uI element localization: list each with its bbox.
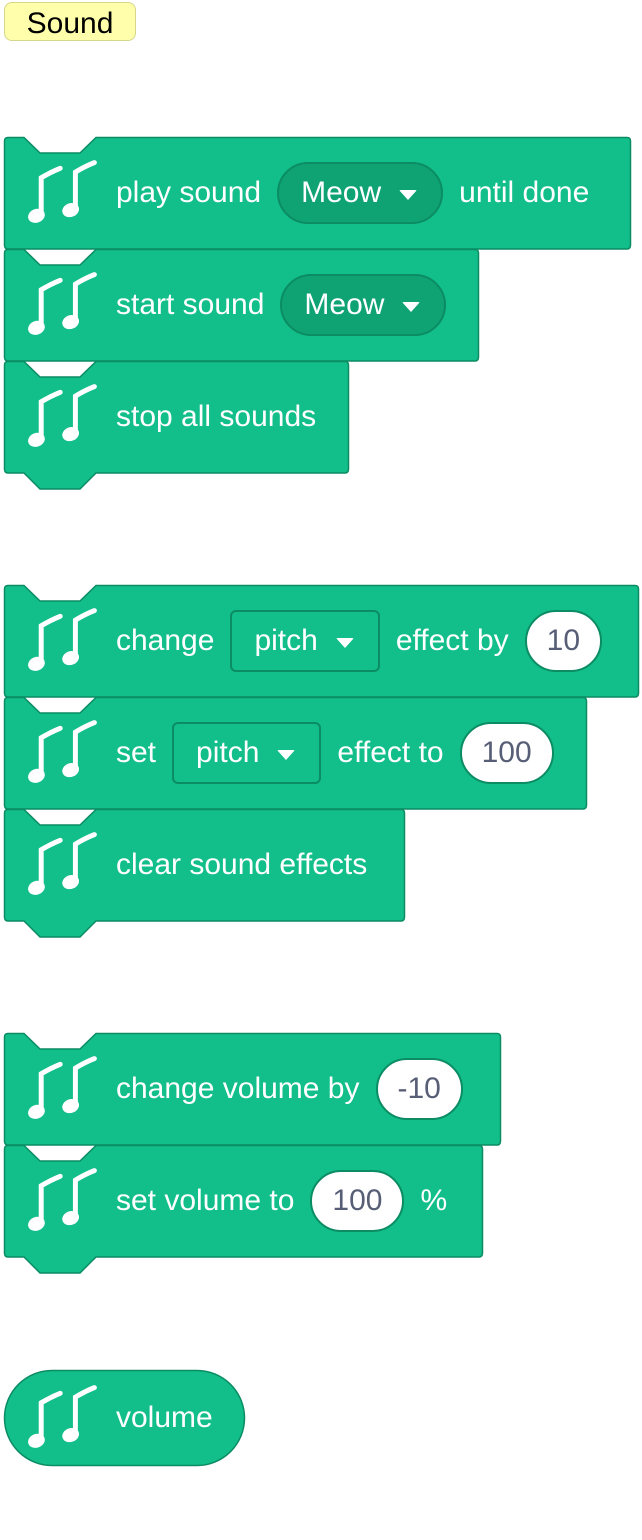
- block-label: until done: [459, 176, 590, 209]
- block-label: effect by: [395, 624, 509, 657]
- music-notes-icon: [26, 827, 102, 903]
- music-notes-icon: [26, 1051, 102, 1127]
- music-notes-icon: [26, 379, 102, 455]
- volume-value-input[interactable]: 100: [310, 1170, 405, 1232]
- block-label: start sound: [116, 288, 265, 321]
- block-label: clear sound effects: [116, 848, 368, 881]
- music-notes-icon: [26, 1380, 102, 1456]
- block-label: change volume by: [116, 1072, 360, 1105]
- block-label: volume: [116, 1401, 213, 1434]
- block-label: set volume to: [116, 1184, 295, 1217]
- sound-dropdown[interactable]: Meow: [280, 274, 447, 336]
- chevron-down-icon: [402, 302, 421, 312]
- clear-sound-effects-block[interactable]: clear sound effects: [3, 808, 406, 939]
- music-notes-icon: [26, 155, 102, 231]
- volume-reporter-block[interactable]: volume: [3, 1369, 246, 1467]
- percent-label: %: [420, 1184, 448, 1217]
- dropdown-value: Meow: [304, 288, 385, 321]
- effect-value-input[interactable]: 100: [459, 722, 554, 784]
- chevron-down-icon: [335, 638, 354, 648]
- block-label: set: [116, 736, 157, 769]
- effect-dropdown[interactable]: pitch: [172, 722, 322, 784]
- effect-value-input[interactable]: 10: [524, 610, 603, 672]
- music-notes-icon: [26, 1163, 102, 1239]
- volume-value-input[interactable]: -10: [375, 1058, 463, 1120]
- dropdown-value: pitch: [196, 736, 260, 769]
- block-label: change: [116, 624, 215, 657]
- play-sound-until-done-block[interactable]: play sound Meow until done: [3, 136, 632, 267]
- block-label: play sound: [116, 176, 262, 209]
- set-effect-block[interactable]: set pitch effect to 100: [3, 696, 588, 827]
- music-notes-icon: [26, 603, 102, 679]
- music-notes-icon: [26, 715, 102, 791]
- start-sound-block[interactable]: start sound Meow: [3, 248, 480, 379]
- set-volume-block[interactable]: set volume to 100 %: [3, 1144, 484, 1275]
- dropdown-value: Meow: [301, 176, 382, 209]
- change-effect-block[interactable]: change pitch effect by 10: [3, 584, 640, 715]
- sound-dropdown[interactable]: Meow: [277, 162, 444, 224]
- change-volume-block[interactable]: change volume by -10: [3, 1032, 502, 1163]
- dropdown-value: pitch: [254, 624, 318, 657]
- chevron-down-icon: [399, 190, 418, 200]
- effect-dropdown[interactable]: pitch: [230, 610, 380, 672]
- chevron-down-icon: [277, 750, 296, 760]
- music-notes-icon: [26, 267, 102, 343]
- category-label-sound: Sound: [4, 2, 136, 41]
- block-label: stop all sounds: [116, 400, 317, 433]
- block-label: effect to: [337, 736, 444, 769]
- stop-all-sounds-block[interactable]: stop all sounds: [3, 360, 350, 491]
